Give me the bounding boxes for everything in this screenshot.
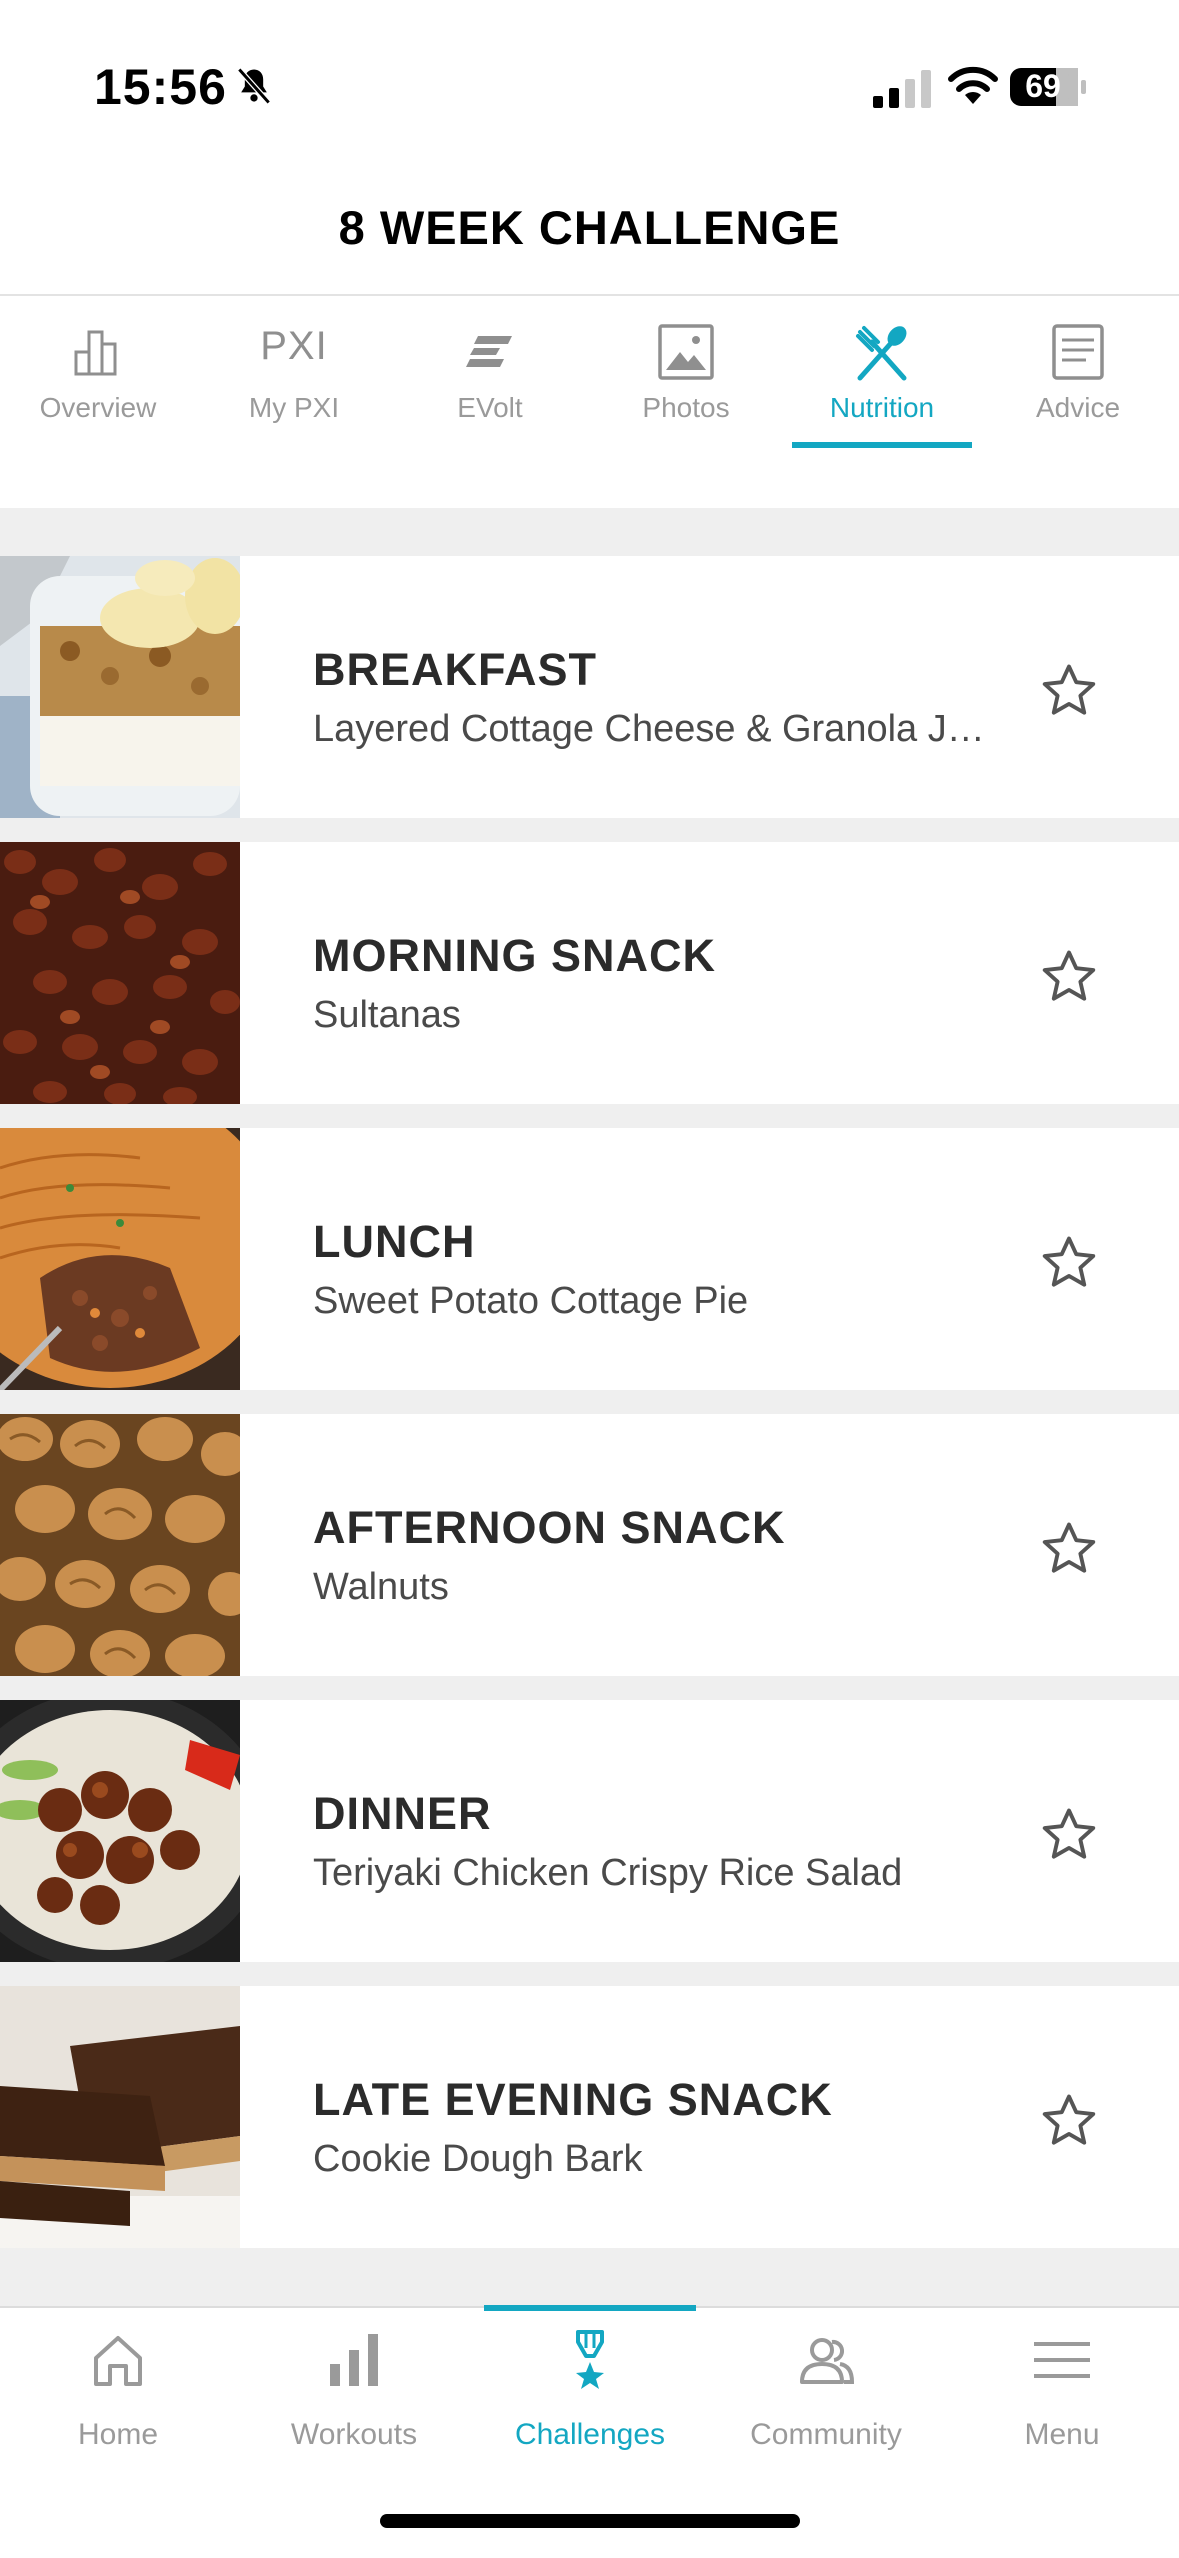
granola-jar-photo bbox=[0, 556, 240, 818]
nav-label: Challenges bbox=[514, 2418, 666, 2451]
status-bar: 15:56 69 bbox=[0, 0, 1179, 170]
star-icon[interactable] bbox=[1038, 1804, 1100, 1866]
nav-label: Home bbox=[77, 2418, 159, 2451]
people-icon bbox=[800, 2338, 855, 2384]
meal-row-late-evening-snack[interactable]: LATE EVENING SNACK Cookie Dough Bark bbox=[0, 1986, 1179, 2248]
tab-evolt[interactable]: EVolt bbox=[392, 296, 588, 448]
battery-level: 69 bbox=[1025, 68, 1061, 104]
meal-title: MORNING SNACK bbox=[313, 930, 716, 981]
star-icon[interactable] bbox=[1038, 660, 1100, 722]
content-top bbox=[0, 448, 1179, 508]
tab-advice[interactable]: Advice bbox=[980, 296, 1176, 448]
tab-label: Overview bbox=[39, 392, 157, 423]
status-time: 15:56 bbox=[94, 59, 227, 115]
nav-community[interactable]: Community bbox=[708, 2308, 944, 2458]
meal-row-afternoon-snack[interactable]: AFTERNOON SNACK Walnuts bbox=[0, 1414, 1179, 1676]
nav-label: Menu bbox=[1024, 2418, 1100, 2451]
fork-spoon-icon bbox=[856, 326, 907, 381]
cookie-dough-bark-photo bbox=[0, 1986, 240, 2248]
cellular-signal-icon bbox=[873, 70, 931, 108]
meal-title: LUNCH bbox=[313, 1216, 476, 1267]
meal-subtitle: Teriyaki Chicken Crispy Rice Salad bbox=[313, 1852, 903, 1894]
image-icon bbox=[658, 324, 714, 380]
pxi-icon: PXI bbox=[260, 324, 328, 368]
nav-menu[interactable]: Menu bbox=[944, 2308, 1179, 2458]
teriyaki-chicken-photo bbox=[0, 1700, 240, 1962]
hamburger-icon bbox=[1034, 2342, 1090, 2378]
nav-workouts[interactable]: Workouts bbox=[236, 2308, 472, 2458]
sultanas-photo bbox=[0, 842, 240, 1104]
nav-challenges[interactable]: Challenges bbox=[472, 2305, 708, 2458]
nav-home[interactable]: Home bbox=[0, 2308, 236, 2458]
meal-row-morning-snack[interactable]: MORNING SNACK Sultanas bbox=[0, 842, 1179, 1104]
walnuts-photo bbox=[0, 1414, 240, 1676]
meal-title: BREAKFAST bbox=[313, 644, 598, 695]
meal-subtitle: Sultanas bbox=[313, 994, 461, 1036]
tab-overview[interactable]: Overview bbox=[0, 296, 196, 448]
tab-nutrition[interactable]: Nutrition bbox=[784, 296, 980, 448]
meal-row-breakfast[interactable]: BREAKFAST Layered Cottage Cheese & Grano… bbox=[0, 556, 1179, 818]
meal-row-dinner[interactable]: DINNER Teriyaki Chicken Crispy Rice Sala… bbox=[0, 1700, 1179, 1962]
tab-label: EVolt bbox=[457, 392, 523, 423]
meal-subtitle: Layered Cottage Cheese & Granola Jars bbox=[313, 708, 993, 750]
star-icon[interactable] bbox=[1038, 946, 1100, 1008]
wifi-icon bbox=[948, 66, 998, 104]
star-icon[interactable] bbox=[1038, 2090, 1100, 2152]
cottage-pie-photo bbox=[0, 1128, 240, 1390]
nav-label: Workouts bbox=[290, 2418, 418, 2451]
meal-title: LATE EVENING SNACK bbox=[313, 2074, 833, 2125]
bars-icon bbox=[330, 2334, 378, 2386]
nav-label: Community bbox=[750, 2418, 902, 2451]
meal-subtitle: Cookie Dough Bark bbox=[313, 2138, 643, 2180]
meal-subtitle: Sweet Potato Cottage Pie bbox=[313, 1280, 749, 1322]
home-indicator[interactable] bbox=[380, 2514, 800, 2528]
nav-indicator bbox=[484, 2305, 696, 2311]
tab-label: Nutrition bbox=[829, 392, 935, 423]
bar-chart-icon bbox=[74, 330, 117, 376]
medal-icon bbox=[576, 2330, 604, 2389]
tab-photos[interactable]: Photos bbox=[588, 296, 784, 448]
tab-label: My PXI bbox=[248, 392, 340, 423]
meal-title: DINNER bbox=[313, 1788, 492, 1839]
challenge-tabs: Overview PXI My PXI EVolt Photos Nutriti… bbox=[0, 296, 1179, 448]
meal-title: AFTERNOON SNACK bbox=[313, 1502, 786, 1553]
meal-row-lunch[interactable]: LUNCH Sweet Potato Cottage Pie bbox=[0, 1128, 1179, 1390]
tab-label: Photos bbox=[642, 392, 730, 423]
page-title: 8 WEEK CHALLENGE bbox=[338, 201, 841, 254]
tab-my-pxi[interactable]: PXI My PXI bbox=[196, 296, 392, 448]
bell-muted-icon bbox=[237, 67, 271, 105]
meal-subtitle: Walnuts bbox=[313, 1566, 449, 1608]
tab-label: Advice bbox=[1035, 392, 1121, 423]
star-icon[interactable] bbox=[1038, 1518, 1100, 1580]
star-icon[interactable] bbox=[1038, 1232, 1100, 1294]
home-icon bbox=[94, 2336, 142, 2386]
evolt-icon bbox=[466, 336, 512, 367]
document-icon bbox=[1052, 324, 1104, 380]
